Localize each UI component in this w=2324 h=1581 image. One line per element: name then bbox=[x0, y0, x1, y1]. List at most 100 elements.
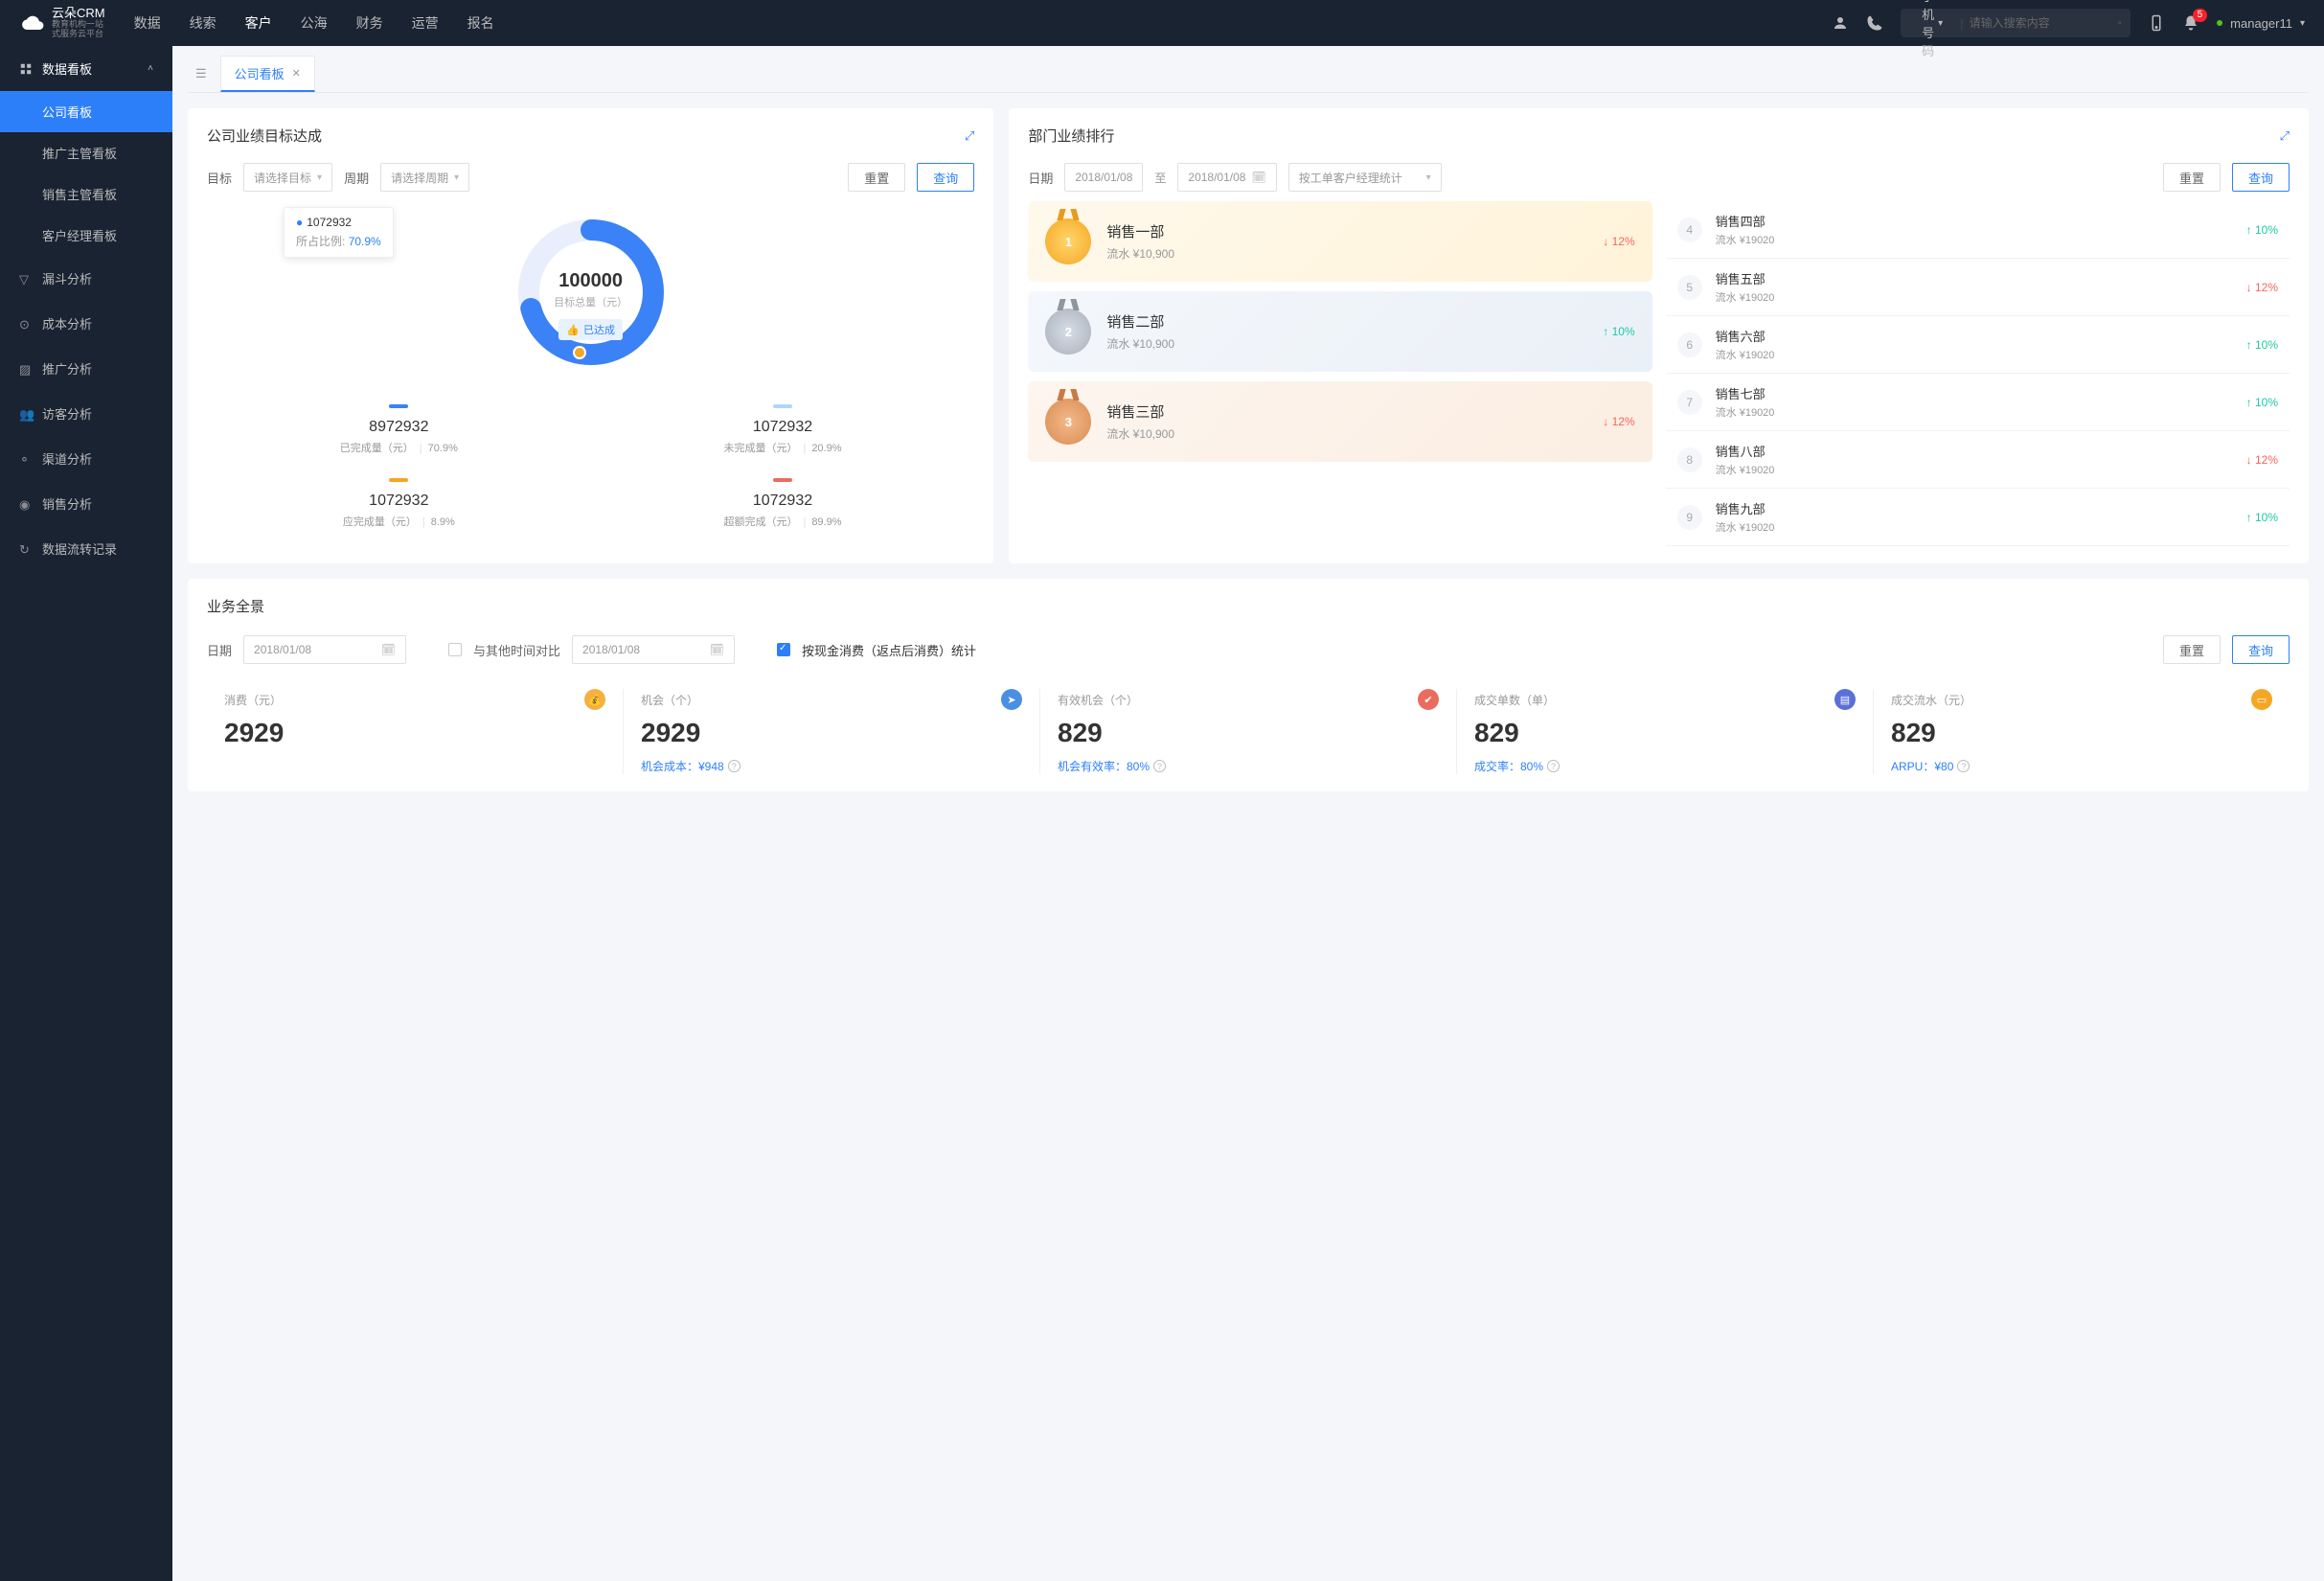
rank-row[interactable]: 6销售六部流水 ¥19020↑ 10% bbox=[1666, 316, 2290, 374]
reset-button[interactable]: 重置 bbox=[848, 163, 905, 192]
rank-row[interactable]: 5销售五部流水 ¥19020↓ 12% bbox=[1666, 259, 2290, 316]
sidebar-item[interactable]: ⊙成本分析 bbox=[0, 301, 172, 346]
username: manager11 bbox=[2230, 16, 2292, 31]
menu-icon: ▽ bbox=[19, 272, 33, 286]
tab-company-dashboard[interactable]: 公司看板 ✕ bbox=[220, 56, 315, 92]
calendar-icon: 🗓 bbox=[381, 643, 396, 656]
nav-item[interactable]: 报名 bbox=[467, 13, 494, 33]
menu-icon: ⊙ bbox=[19, 317, 33, 331]
biz-date2[interactable]: 2018/01/08🗓 bbox=[572, 635, 735, 664]
compare-checkbox[interactable] bbox=[448, 643, 462, 656]
sidebar-sub-item[interactable]: 客户经理看板 bbox=[0, 215, 172, 256]
rank-row[interactable]: 9销售九部流水 ¥19020↑ 10% bbox=[1666, 489, 2290, 546]
thumbs-up-icon: 👍 bbox=[566, 324, 580, 336]
sidebar-sub-item[interactable]: 公司看板 bbox=[0, 91, 172, 132]
help-icon[interactable]: ? bbox=[1957, 760, 1970, 772]
metric-item: 机会（个）➤2929机会成本：¥948 ? bbox=[624, 689, 1040, 774]
statby-select[interactable]: 按工单客户经理统计▾ bbox=[1288, 163, 1442, 192]
help-icon[interactable]: ? bbox=[728, 760, 740, 772]
sidebar-item[interactable]: 👥访客分析 bbox=[0, 391, 172, 436]
query-button[interactable]: 查询 bbox=[2232, 163, 2290, 192]
goal-title: 公司业绩目标达成 bbox=[207, 126, 322, 146]
sidebar-item[interactable]: ▨推广分析 bbox=[0, 346, 172, 391]
expand-icon[interactable]: ⤢ bbox=[965, 128, 974, 144]
metric-item: 消费（元）💰2929 bbox=[207, 689, 624, 774]
date-to[interactable]: 2018/01/08 🗓 bbox=[1177, 163, 1276, 192]
main-content: ☰ 公司看板 ✕ 公司业绩目标达成 ⤢ 目标 请选择目标▾ 周期 请选择周期▾ bbox=[172, 46, 2324, 1581]
donut-center: 100000 目标总量（元） 👍已达成 bbox=[554, 270, 627, 340]
nav-item[interactable]: 数据 bbox=[134, 13, 161, 33]
podium-item[interactable]: 2销售二部流水 ¥10,900↑ 10% bbox=[1028, 291, 1652, 372]
phone-icon[interactable] bbox=[1866, 14, 1883, 32]
metric-icon: ➤ bbox=[1001, 689, 1022, 710]
help-icon[interactable]: ? bbox=[1153, 760, 1166, 772]
close-icon[interactable]: ✕ bbox=[292, 67, 301, 80]
notification-badge: 5 bbox=[2193, 9, 2208, 22]
nav-item[interactable]: 线索 bbox=[190, 13, 216, 33]
mobile-icon[interactable] bbox=[2148, 14, 2165, 32]
period-select[interactable]: 请选择周期▾ bbox=[380, 163, 469, 192]
sidebar: 数据看板 ˄ 公司看板推广主管看板销售主管看板客户经理看板 ▽漏斗分析⊙成本分析… bbox=[0, 46, 172, 1581]
query-button[interactable]: 查询 bbox=[917, 163, 974, 192]
hamburger-icon[interactable]: ☰ bbox=[188, 58, 215, 89]
cloud-logo-icon bbox=[19, 12, 46, 34]
top-nav: 云朵CRM 教育机构一站式服务云平台 数据 线索 客户 公海 财务 运营 报名 手机号码 ▾… bbox=[0, 0, 2324, 46]
reset-button[interactable]: 重置 bbox=[2163, 635, 2221, 664]
metric-icon: ▭ bbox=[2251, 689, 2272, 710]
target-select[interactable]: 请选择目标▾ bbox=[243, 163, 332, 192]
metric-item: 成交流水（元）▭829ARPU：¥80 ? bbox=[1874, 689, 2290, 774]
sidebar-item[interactable]: ↻数据流转记录 bbox=[0, 526, 172, 571]
user-menu[interactable]: manager11 ▾ bbox=[2217, 16, 2305, 31]
chart-tooltip: ●1072932 所占比例: 70.9% bbox=[284, 207, 394, 258]
menu-icon: 👥 bbox=[19, 407, 33, 421]
metric-item: 成交单数（单）▤829成交率：80% ? bbox=[1457, 689, 1874, 774]
sidebar-sub-item[interactable]: 推广主管看板 bbox=[0, 132, 172, 173]
bell-icon[interactable]: 5 bbox=[2182, 14, 2199, 32]
dashboard-icon bbox=[19, 62, 33, 76]
sidebar-item[interactable]: ▽漏斗分析 bbox=[0, 256, 172, 301]
rank-row[interactable]: 7销售七部流水 ¥19020↑ 10% bbox=[1666, 374, 2290, 431]
stat-item: 8972932已完成量（元）|70.9% bbox=[207, 393, 591, 467]
goal-card: 公司业绩目标达成 ⤢ 目标 请选择目标▾ 周期 请选择周期▾ 重置 查询 ●10… bbox=[188, 108, 993, 563]
user-icon[interactable] bbox=[1832, 14, 1849, 32]
menu-icon: ◉ bbox=[19, 497, 33, 511]
sidebar-item[interactable]: ⚬渠道分析 bbox=[0, 436, 172, 481]
help-icon[interactable]: ? bbox=[1547, 760, 1560, 772]
chevron-down-icon: ▾ bbox=[2300, 18, 2305, 29]
podium-item[interactable]: 3销售三部流水 ¥10,900↓ 12% bbox=[1028, 381, 1652, 462]
metric-item: 有效机会（个）✔829机会有效率：80% ? bbox=[1040, 689, 1457, 774]
logo[interactable]: 云朵CRM 教育机构一站式服务云平台 bbox=[19, 7, 105, 39]
date-from[interactable]: 2018/01/08 bbox=[1064, 163, 1143, 192]
business-card: 业务全景 日期 2018/01/08🗓 与其他时间对比 2018/01/08🗓 … bbox=[188, 579, 2309, 791]
sidebar-sub-item[interactable]: 销售主管看板 bbox=[0, 173, 172, 215]
status-dot-icon bbox=[2217, 20, 2222, 26]
search-input[interactable] bbox=[1970, 16, 2118, 30]
expand-icon[interactable]: ⤢ bbox=[2280, 128, 2290, 144]
reset-button[interactable]: 重置 bbox=[2163, 163, 2221, 192]
sidebar-group-dashboard[interactable]: 数据看板 ˄ bbox=[0, 46, 172, 91]
calendar-icon: 🗓 bbox=[710, 643, 724, 656]
search-icon[interactable] bbox=[2118, 16, 2122, 30]
nav-item[interactable]: 客户 bbox=[245, 13, 272, 33]
sidebar-item[interactable]: ◉销售分析 bbox=[0, 481, 172, 526]
achieved-tag: 👍已达成 bbox=[558, 319, 623, 340]
ranking-card: 部门业绩排行 ⤢ 日期 2018/01/08 至 2018/01/08 🗓 按工… bbox=[1009, 108, 2309, 563]
search-box: 手机号码 ▾ | bbox=[1901, 9, 2130, 37]
podium-item[interactable]: 1销售一部流水 ¥10,900↓ 12% bbox=[1028, 201, 1652, 282]
chevron-up-icon: ˄ bbox=[148, 63, 153, 74]
nav-item[interactable]: 公海 bbox=[301, 13, 328, 33]
medal-icon: 2 bbox=[1045, 309, 1091, 355]
rank-row[interactable]: 4销售四部流水 ¥19020↑ 10% bbox=[1666, 201, 2290, 259]
nav-item[interactable]: 财务 bbox=[356, 13, 383, 33]
query-button[interactable]: 查询 bbox=[2232, 635, 2290, 664]
metric-icon: ✔ bbox=[1418, 689, 1439, 710]
metric-icon: ▤ bbox=[1834, 689, 1856, 710]
biz-date[interactable]: 2018/01/08🗓 bbox=[243, 635, 406, 664]
cash-checkbox[interactable] bbox=[777, 643, 790, 656]
rank-title: 部门业绩排行 bbox=[1028, 126, 1114, 146]
medal-icon: 1 bbox=[1045, 218, 1091, 264]
nav-item[interactable]: 运营 bbox=[412, 13, 439, 33]
brand-sub: 教育机构一站式服务云平台 bbox=[52, 20, 105, 39]
calendar-icon: 🗓 bbox=[1251, 171, 1265, 184]
rank-row[interactable]: 8销售八部流水 ¥19020↓ 12% bbox=[1666, 431, 2290, 489]
